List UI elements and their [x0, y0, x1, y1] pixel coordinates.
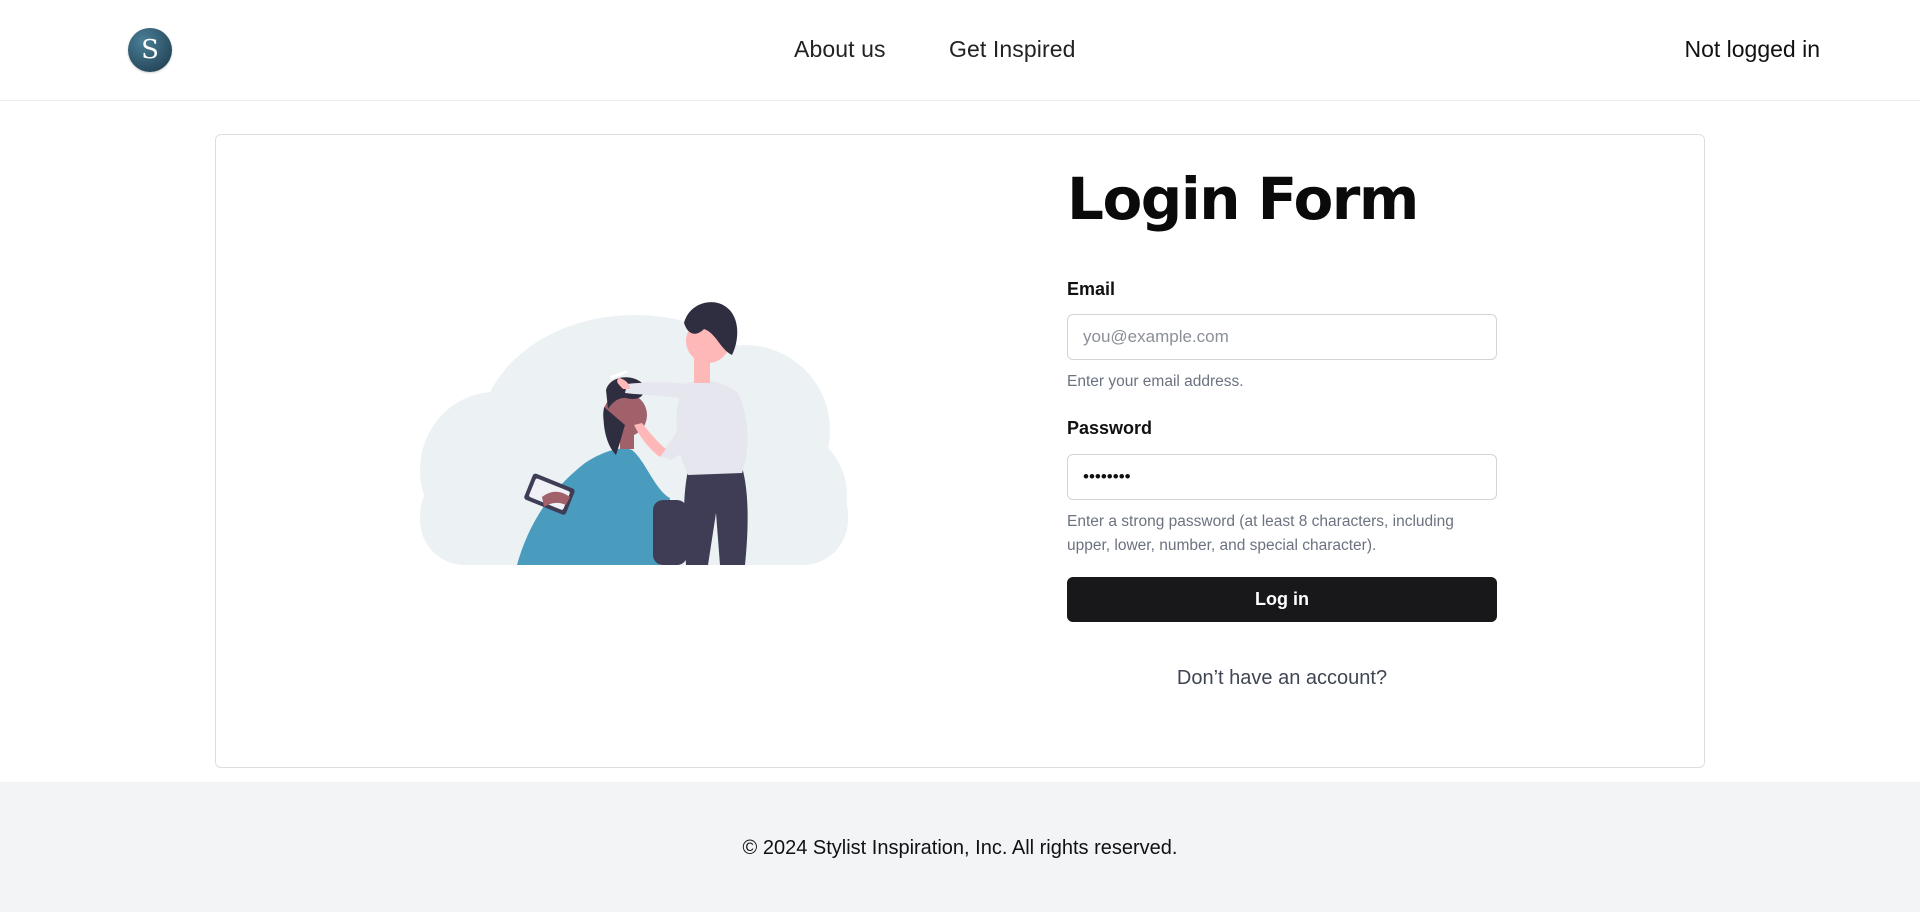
nav-get-inspired[interactable]: Get Inspired: [949, 36, 1076, 63]
top-navbar: S About us Get Inspired Not logged in: [0, 0, 1920, 101]
password-field[interactable]: [1067, 454, 1497, 500]
email-field[interactable]: [1067, 314, 1497, 360]
chair: [653, 500, 687, 565]
page-title: Login Form: [1067, 165, 1419, 233]
footer: © 2024 Stylist Inspiration, Inc. All rig…: [0, 782, 1920, 912]
password-label: Password: [1067, 418, 1153, 438]
login-button[interactable]: Log in: [1067, 577, 1497, 622]
login-status[interactable]: Not logged in: [1684, 36, 1820, 63]
nav-about-us[interactable]: About us: [794, 36, 886, 63]
copyright-text: © 2024 Stylist Inspiration, Inc. All rig…: [742, 837, 1178, 859]
logo[interactable]: S: [128, 28, 172, 72]
login-form: Login Form Email Enter your email addres…: [1067, 163, 1497, 689]
signup-link[interactable]: Don’t have an account?: [1067, 667, 1497, 690]
email-hint: Enter your email address.: [1067, 373, 1244, 390]
email-label: Email: [1067, 279, 1116, 299]
barber-illustration: [420, 302, 848, 565]
password-hint: Enter a strong password (at least 8 char…: [1067, 513, 1454, 554]
